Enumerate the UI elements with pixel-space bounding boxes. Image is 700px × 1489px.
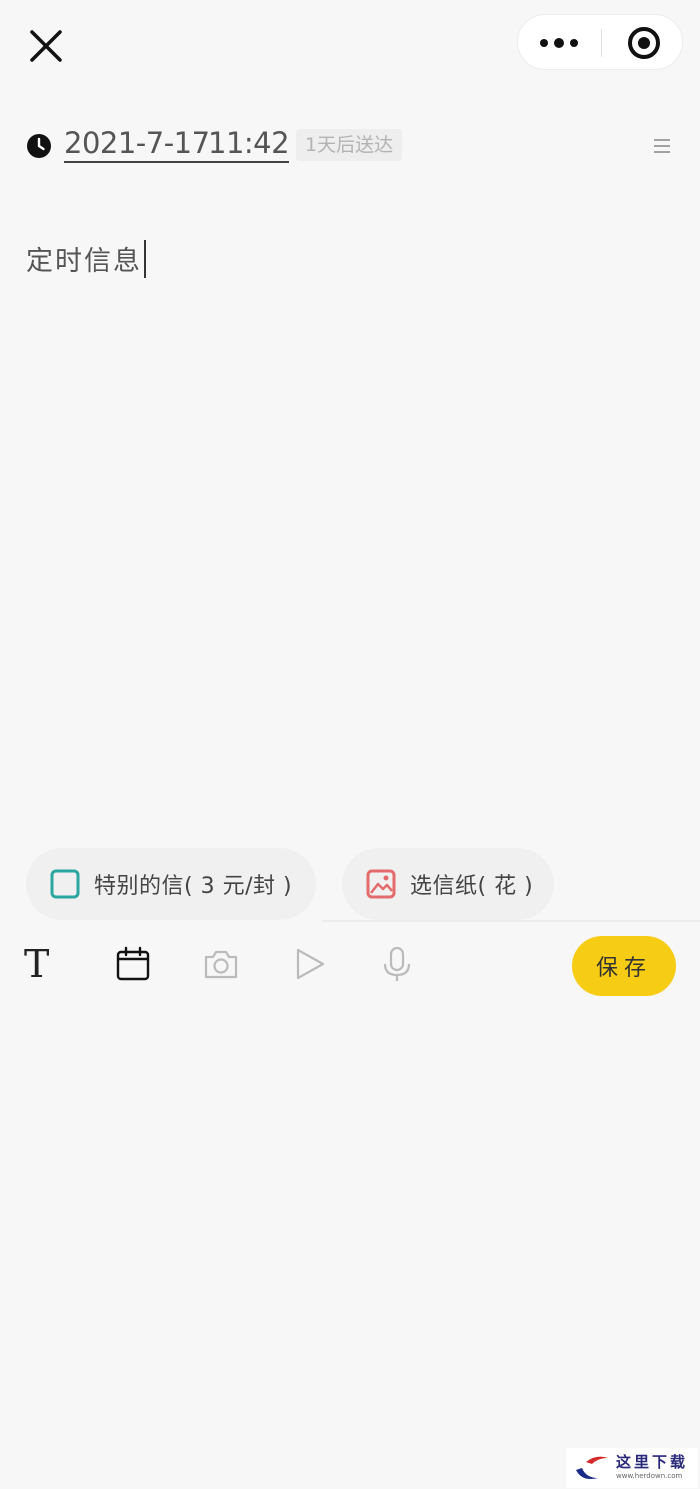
miniprogram-capsule: [517, 14, 683, 70]
exit-miniprogram-button[interactable]: [624, 23, 664, 63]
date-picker[interactable]: 2021-7-17: [64, 126, 210, 163]
letter-options: 特别的信( 3 元/封 ) 选信纸( 花 ): [0, 848, 700, 920]
swoosh-logo-icon: [576, 1456, 608, 1479]
special-letter-label: 特别的信( 3 元/封 ): [94, 874, 293, 899]
special-letter-option[interactable]: 特别的信( 3 元/封 ): [26, 848, 316, 920]
capsule-divider: [601, 29, 602, 57]
watermark-url: www.herdown.com: [616, 1472, 683, 1480]
time-picker[interactable]: 11:42: [208, 126, 290, 163]
calendar-icon: [116, 946, 150, 981]
close-button[interactable]: [24, 24, 68, 68]
watermark-logo: 这里下载 www.herdown.com: [566, 1448, 698, 1488]
calendar-button[interactable]: [113, 944, 153, 984]
watermark-text: 这里下载: [616, 1453, 689, 1471]
target-icon: [628, 27, 660, 59]
video-button[interactable]: [289, 944, 329, 984]
menu-icon[interactable]: [648, 134, 676, 158]
text-caret: [144, 240, 146, 278]
play-icon: [296, 948, 325, 980]
more-button[interactable]: [532, 23, 588, 63]
text-format-button[interactable]: T: [24, 944, 64, 984]
letter-paper-label: 选信纸( 花 ): [410, 874, 534, 899]
top-bar: [0, 0, 700, 90]
toolbar-divider: [322, 920, 700, 922]
save-button[interactable]: 保存: [572, 936, 676, 996]
voice-button[interactable]: [377, 944, 417, 984]
more-dots-icon: [540, 38, 578, 48]
editor-toolbar: T 保存: [0, 930, 700, 1002]
message-editor[interactable]: 定时信息: [26, 240, 674, 820]
text-icon: T: [24, 942, 50, 986]
close-icon: [30, 30, 62, 62]
camera-icon: [204, 950, 238, 979]
image-icon: [366, 869, 396, 899]
schedule-row: 2021-7-17 11:42 1天后送达: [0, 120, 700, 172]
mic-icon: [383, 946, 411, 981]
clock-icon: [26, 133, 52, 159]
message-text: 定时信息: [26, 246, 142, 277]
letter-paper-option[interactable]: 选信纸( 花 ): [342, 848, 554, 920]
checkbox-icon: [50, 869, 80, 899]
camera-button[interactable]: [201, 944, 241, 984]
delivery-note-badge: 1天后送达: [296, 129, 403, 161]
